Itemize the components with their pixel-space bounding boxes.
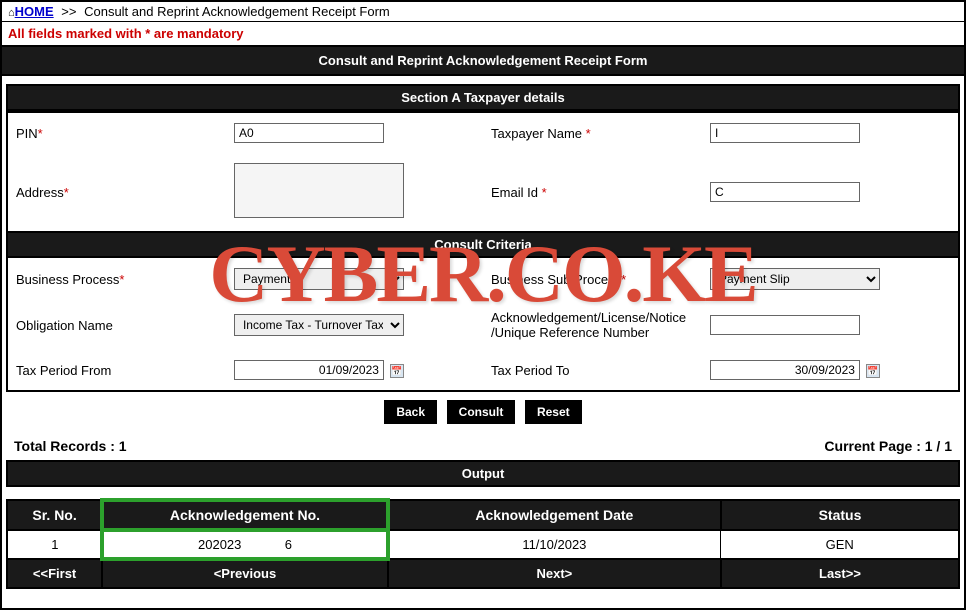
pin-input[interactable] xyxy=(234,123,384,143)
calendar-icon[interactable]: 📅 xyxy=(866,364,880,378)
home-link[interactable]: HOME xyxy=(15,4,54,19)
business-sub-process-label: Business Sub Process xyxy=(491,272,621,287)
nav-next[interactable]: Next> xyxy=(388,559,721,588)
col-status: Status xyxy=(721,500,959,530)
cell-ackno[interactable]: 202023 6 xyxy=(102,530,388,559)
col-ackno: Acknowledgement No. xyxy=(102,500,388,530)
total-records: Total Records : 1 xyxy=(14,438,127,454)
cell-ackdate: 11/10/2023 xyxy=(388,530,721,559)
section-a-table: PIN* Taxpayer Name * Address* Email Id * xyxy=(6,111,960,233)
nav-last[interactable]: Last>> xyxy=(721,559,959,588)
current-page: Current Page : 1 / 1 xyxy=(824,438,952,454)
calendar-icon[interactable]: 📅 xyxy=(390,364,404,378)
ack-ref-input[interactable] xyxy=(710,315,860,335)
cell-status: GEN xyxy=(721,530,959,559)
page-title: Consult and Reprint Acknowledgement Rece… xyxy=(2,45,964,76)
address-label: Address xyxy=(16,185,64,200)
email-label: Email Id xyxy=(491,185,542,200)
cell-srno: 1 xyxy=(7,530,102,559)
tax-period-from-input[interactable] xyxy=(234,360,384,380)
home-icon: ⌂ xyxy=(8,7,15,19)
taxpayer-name-input[interactable] xyxy=(710,123,860,143)
tax-period-to-label: Tax Period To xyxy=(491,363,570,378)
output-header: Output xyxy=(6,460,960,487)
pin-label: PIN xyxy=(16,126,38,141)
obligation-name-label: Obligation Name xyxy=(16,318,113,333)
address-input[interactable] xyxy=(234,163,404,218)
tax-period-to-input[interactable] xyxy=(710,360,860,380)
breadcrumb: ⌂HOME >> Consult and Reprint Acknowledge… xyxy=(2,2,964,22)
consult-criteria-header: Consult Criteria xyxy=(6,231,960,258)
back-button[interactable]: Back xyxy=(384,400,437,424)
tax-period-from-label: Tax Period From xyxy=(16,363,111,378)
breadcrumb-current: Consult and Reprint Acknowledgement Rece… xyxy=(84,4,390,19)
nav-first[interactable]: <<First xyxy=(7,559,102,588)
business-process-select[interactable]: Payment xyxy=(234,268,404,290)
breadcrumb-separator: >> xyxy=(61,4,76,19)
obligation-name-select[interactable]: Income Tax - Turnover Tax xyxy=(234,314,404,336)
output-table: Sr. No. Acknowledgement No. Acknowledgem… xyxy=(6,499,960,589)
button-row: Back Consult Reset xyxy=(2,392,964,432)
nav-prev[interactable]: <Previous xyxy=(102,559,388,588)
ack-ref-label: Acknowledgement/License/Notice /Unique R… xyxy=(491,310,686,340)
business-process-label: Business Process xyxy=(16,272,119,287)
mandatory-note: All fields marked with * are mandatory xyxy=(2,22,964,45)
taxpayer-name-label: Taxpayer Name xyxy=(491,126,586,141)
section-a-header: Section A Taxpayer details xyxy=(6,84,960,111)
consult-button[interactable]: Consult xyxy=(447,400,516,424)
business-sub-process-select[interactable]: Payment Slip xyxy=(710,268,880,290)
email-input[interactable] xyxy=(710,182,860,202)
consult-criteria-table: Business Process* Payment Business Sub P… xyxy=(6,258,960,392)
table-row: 1 202023 6 11/10/2023 GEN xyxy=(7,530,959,559)
records-summary: Total Records : 1 Current Page : 1 / 1 xyxy=(2,432,964,460)
col-ackdate: Acknowledgement Date xyxy=(388,500,721,530)
reset-button[interactable]: Reset xyxy=(525,400,582,424)
col-srno: Sr. No. xyxy=(7,500,102,530)
